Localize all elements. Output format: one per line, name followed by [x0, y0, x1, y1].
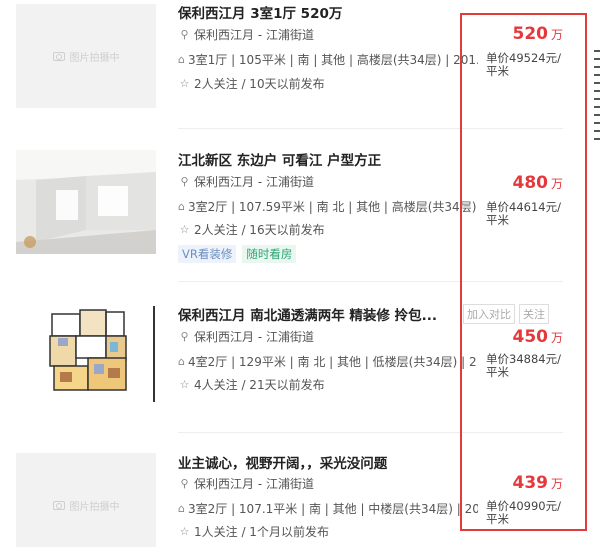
listing-location[interactable]: ⚲ 保利西江月 - 江浦街道 [178, 173, 314, 190]
price-unit: 万 [550, 331, 563, 345]
listing-follow: ☆ 1人关注 / 1个月以前发布 [178, 523, 329, 540]
star-icon: ☆ [179, 223, 190, 236]
location-pin-icon: ⚲ [180, 477, 189, 490]
follow-text: 2人关注 / 10天以前发布 [194, 77, 325, 91]
listing-title[interactable]: 业主诚心，视野开阔，，采光没问题 [178, 452, 387, 472]
price-value: 439 [512, 473, 548, 493]
listing-card[interactable]: 江北新区 东边户 可看江 户型方正 ⚲ 保利西江月 - 江浦街道 ⌂ 3室2厅 … [0, 129, 590, 281]
tag-viewing[interactable]: 随时看房 [242, 245, 297, 263]
price-value: 450 [512, 327, 548, 347]
star-icon: ☆ [179, 378, 190, 391]
total-price: 439 万 [512, 473, 563, 493]
location-text[interactable]: 保利西江月 - 江浦街道 [194, 475, 314, 492]
star-icon: ☆ [179, 77, 190, 90]
location-text[interactable]: 保利西江月 - 江浦街道 [194, 173, 314, 190]
location-pin-icon: ⚲ [180, 28, 189, 41]
location-text[interactable]: 保利西江月 - 江浦街道 [194, 328, 314, 345]
listing-info: ⌂ 4室2厅 | 129平米 | 南 北 | 其他 | 低楼层(共34层) | … [178, 353, 478, 370]
listing-title[interactable]: 保利西江月 3室1厅 520万 [178, 2, 342, 22]
listing-title[interactable]: 江北新区 东边户 可看江 户型方正 [178, 149, 381, 169]
house-icon: ⌂ [178, 355, 185, 368]
info-text: 3室2厅 | 107.59平米 | 南 北 | 其他 | 高楼层(共34层) |… [187, 200, 478, 214]
price-value: 520 [512, 24, 548, 44]
listing-location[interactable]: ⚲ 保利西江月 - 江浦街道 [178, 475, 314, 492]
total-price: 520 万 [512, 24, 563, 44]
room-photo [16, 150, 156, 254]
listing-tags: VR看装修 随时看房 [178, 245, 297, 263]
unit-price: 单价40990元/平米 [486, 499, 561, 526]
listing-floorplan[interactable] [16, 298, 156, 402]
unit-price: 单价49524元/平米 [486, 51, 561, 78]
camera-icon [52, 500, 65, 510]
listing-actions: 加入对比 关注 [463, 304, 549, 324]
listing-follow: ☆ 4人关注 / 21天以前发布 [178, 376, 325, 393]
listing-location[interactable]: ⚲ 保利西江月 - 江浦街道 [178, 26, 314, 43]
listing-location[interactable]: ⚲ 保利西江月 - 江浦街道 [178, 328, 314, 345]
total-price: 450 万 [512, 327, 563, 347]
tag-vr[interactable]: VR看装修 [178, 245, 237, 263]
compare-button[interactable]: 加入对比 [463, 304, 515, 324]
listing-follow: ☆ 2人关注 / 16天以前发布 [178, 221, 325, 238]
price-unit: 万 [550, 177, 563, 191]
listing-card[interactable]: 保利西江月 南北通透满两年 精装修 拎包... 加入对比 关注 ⚲ 保利西江月 … [0, 282, 590, 432]
listing-card[interactable]: 图片拍摄中 业主诚心，视野开阔，，采光没问题 ⚲ 保利西江月 - 江浦街道 ⌂ … [0, 433, 590, 547]
unit-price: 单价44614元/平米 [486, 200, 561, 227]
total-price: 480 万 [512, 173, 563, 193]
location-text[interactable]: 保利西江月 - 江浦街道 [194, 26, 314, 43]
price-value: 480 [512, 173, 548, 193]
house-icon: ⌂ [178, 502, 185, 515]
floorplan-image [16, 298, 156, 402]
follow-text: 1人关注 / 1个月以前发布 [194, 525, 329, 539]
cropped-sidebar-edge [594, 50, 602, 170]
listing-image-placeholder[interactable]: 图片拍摄中 [16, 4, 156, 108]
house-icon: ⌂ [178, 53, 185, 66]
listing-follow: ☆ 2人关注 / 10天以前发布 [178, 75, 325, 92]
image-placeholder-label: 图片拍摄中 [69, 501, 120, 513]
star-icon: ☆ [179, 525, 190, 538]
image-placeholder-label: 图片拍摄中 [69, 52, 120, 64]
listing-info: ⌂ 3室2厅 | 107.59平米 | 南 北 | 其他 | 高楼层(共34层)… [178, 198, 478, 215]
info-text: 3室2厅 | 107.1平米 | 南 | 其他 | 中楼层(共34层) | 20… [187, 502, 478, 516]
price-unit: 万 [550, 28, 563, 42]
follow-text: 2人关注 / 16天以前发布 [194, 223, 325, 237]
camera-icon [52, 51, 65, 61]
listing-title[interactable]: 保利西江月 南北通透满两年 精装修 拎包... [178, 304, 437, 324]
location-pin-icon: ⚲ [180, 330, 189, 343]
location-pin-icon: ⚲ [180, 175, 189, 188]
price-unit: 万 [550, 477, 563, 491]
unit-price: 单价34884元/平米 [486, 352, 561, 379]
follow-button[interactable]: 关注 [519, 304, 549, 324]
info-text: 4室2厅 | 129平米 | 南 北 | 其他 | 低楼层(共34层) | 2.… [187, 355, 478, 369]
listing-info: ⌂ 3室1厅 | 105平米 | 南 | 其他 | 高楼层(共34层) | 20… [178, 51, 478, 68]
listing-image-placeholder[interactable]: 图片拍摄中 [16, 453, 156, 547]
listing-card[interactable]: 图片拍摄中 保利西江月 3室1厅 520万 ⚲ 保利西江月 - 江浦街道 ⌂ 3… [0, 0, 590, 128]
follow-text: 4人关注 / 21天以前发布 [194, 378, 325, 392]
listing-photo[interactable] [16, 150, 156, 254]
house-icon: ⌂ [178, 200, 185, 213]
info-text: 3室1厅 | 105平米 | 南 | 其他 | 高楼层(共34层) | 201.… [187, 53, 478, 67]
listing-info: ⌂ 3室2厅 | 107.1平米 | 南 | 其他 | 中楼层(共34层) | … [178, 500, 478, 517]
